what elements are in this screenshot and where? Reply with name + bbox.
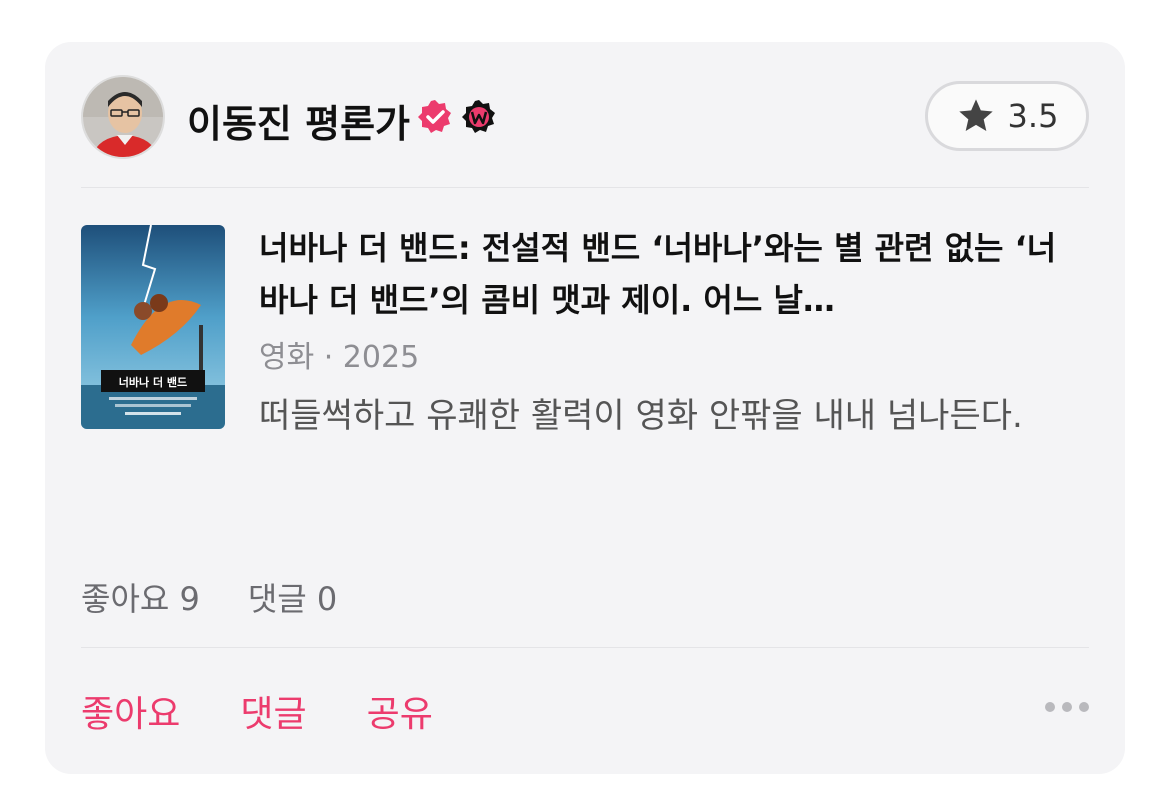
review-stats: 좋아요 9 댓글 0 bbox=[81, 574, 337, 620]
star-icon bbox=[958, 99, 993, 131]
rating-value: 3.5 bbox=[1007, 97, 1059, 135]
movie-meta: 영화 · 2025 bbox=[259, 340, 420, 375]
svg-text:너바나 더 밴드: 너바나 더 밴드 bbox=[119, 375, 187, 389]
share-button[interactable]: 공유 bbox=[367, 685, 433, 737]
review-text: 떠들썩하고 유쾌한 활력이 영화 안팎을 내내 넘나든다. bbox=[259, 396, 1023, 436]
verified-badge-icon bbox=[417, 99, 453, 135]
more-options-icon[interactable] bbox=[1045, 702, 1089, 712]
comment-button[interactable]: 댓글 bbox=[240, 685, 306, 737]
author-name[interactable]: 이동진 평론가 bbox=[187, 93, 410, 148]
action-bar: 좋아요 댓글 공유 bbox=[81, 685, 433, 737]
review-card: 이동진 평론가 3.5 너바나 더 밴드 너바나 더 밴드: 전설적 밴드 ‘너… bbox=[45, 42, 1125, 774]
review-header: 이동진 평론가 3.5 bbox=[81, 75, 1089, 159]
movie-title[interactable]: 너바나 더 밴드: 전설적 밴드 ‘너바나’와는 별 관련 없는 ‘너바나 더 … bbox=[259, 222, 1069, 326]
rating-badge[interactable]: 3.5 bbox=[925, 81, 1089, 151]
comment-count[interactable]: 댓글 0 bbox=[248, 574, 337, 620]
avatar[interactable] bbox=[81, 75, 165, 159]
divider bbox=[81, 647, 1089, 648]
watcha-badge-icon bbox=[461, 99, 497, 135]
like-count[interactable]: 좋아요 9 bbox=[81, 574, 200, 620]
divider bbox=[81, 187, 1089, 188]
movie-poster[interactable]: 너바나 더 밴드 bbox=[81, 225, 225, 429]
like-button[interactable]: 좋아요 bbox=[81, 685, 180, 737]
